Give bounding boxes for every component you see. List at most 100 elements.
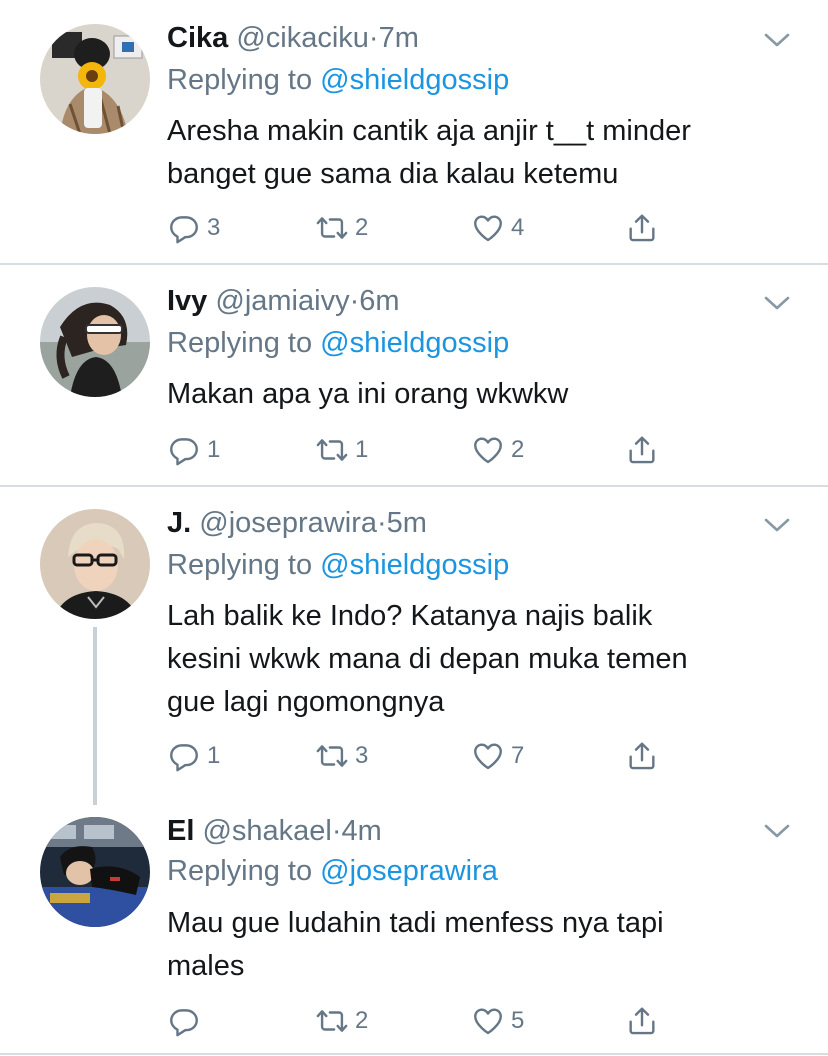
mention-link[interactable]: @shieldgossip — [320, 327, 509, 359]
tweet-header: El @shakael·4m — [167, 811, 382, 851]
like-button[interactable]: 2 — [471, 430, 524, 470]
heart-icon — [471, 211, 505, 245]
display-name[interactable]: Ivy — [167, 285, 207, 317]
reply-count: 1 — [207, 436, 221, 463]
separator-dot: · — [376, 507, 387, 539]
reply-icon — [167, 1004, 201, 1038]
like-button[interactable]: 5 — [471, 1001, 524, 1041]
chevron-down-icon[interactable] — [762, 821, 792, 841]
replying-to: Replying to @shieldgossip — [167, 323, 509, 363]
replying-to: Replying to @shieldgossip — [167, 545, 509, 585]
retweet-icon — [315, 211, 349, 245]
tweet-actions: 3 2 4 — [167, 208, 667, 248]
divider — [0, 1053, 828, 1055]
tweet-text: Aresha makin cantik aja anjir t__t minde… — [167, 110, 787, 196]
reply-button[interactable]: 1 — [167, 430, 220, 470]
retweet-button[interactable]: 2 — [315, 1001, 368, 1041]
tweet-header: J. @joseprawira·5m — [167, 503, 427, 543]
timestamp[interactable]: 5m — [387, 507, 427, 539]
tweet-text: Makan apa ya ini orang wkwkw — [167, 373, 787, 416]
chevron-down-icon[interactable] — [762, 515, 792, 535]
tweet-actions: 1 1 2 — [167, 430, 667, 470]
like-count: 2 — [511, 436, 525, 463]
like-count: 7 — [511, 742, 525, 769]
tweet-text-line: Aresha makin cantik aja anjir t__t minde… — [167, 115, 691, 147]
divider — [0, 263, 828, 265]
replying-prefix: Replying to — [167, 549, 313, 581]
reply-button[interactable] — [167, 1001, 207, 1041]
replying-to: Replying to @joseprawira — [167, 851, 498, 891]
tweet-text-line: males — [167, 950, 245, 982]
avatar[interactable] — [40, 817, 150, 927]
timestamp[interactable]: 6m — [359, 285, 399, 317]
tweet-text-line: Makan apa ya ini orang wkwkw — [167, 378, 569, 410]
like-button[interactable]: 7 — [471, 736, 524, 776]
like-button[interactable]: 4 — [471, 208, 524, 248]
share-button[interactable] — [625, 736, 659, 776]
avatar-image — [40, 817, 150, 927]
replying-prefix: Replying to — [167, 855, 313, 887]
retweet-count: 2 — [355, 1007, 369, 1034]
display-name[interactable]: El — [167, 815, 194, 847]
timestamp[interactable]: 4m — [342, 815, 382, 847]
timestamp[interactable]: 7m — [379, 22, 419, 54]
reply-button[interactable]: 1 — [167, 736, 220, 776]
tweet-text-line: gue lagi ngomongnya — [167, 686, 445, 718]
heart-icon — [471, 739, 505, 773]
retweet-button[interactable]: 3 — [315, 736, 368, 776]
tweet-text-line: Lah balik ke Indo? Katanya najis balik — [167, 600, 653, 632]
tweet-text-line: banget gue sama dia kalau ketemu — [167, 158, 619, 190]
tweet-text: Lah balik ke Indo? Katanya najis balik k… — [167, 595, 787, 724]
retweet-count: 2 — [355, 214, 369, 241]
tweet-text-line: kesini wkwk mana di depan muka temen — [167, 643, 688, 675]
replying-prefix: Replying to — [167, 64, 313, 96]
mention-link[interactable]: @joseprawira — [320, 855, 498, 887]
avatar[interactable] — [40, 24, 150, 134]
share-button[interactable] — [625, 1001, 659, 1041]
reply-icon — [167, 433, 201, 467]
retweet-count: 1 — [355, 436, 369, 463]
share-button[interactable] — [625, 430, 659, 470]
avatar-image — [40, 287, 150, 397]
like-count: 4 — [511, 214, 525, 241]
chevron-down-icon[interactable] — [762, 30, 792, 50]
retweet-icon — [315, 739, 349, 773]
retweet-button[interactable]: 1 — [315, 430, 368, 470]
divider — [0, 485, 828, 487]
retweet-button[interactable]: 2 — [315, 208, 368, 248]
tweet-text: Mau gue ludahin tadi menfess nya tapi ma… — [167, 902, 787, 988]
retweet-icon — [315, 433, 349, 467]
avatar[interactable] — [40, 509, 150, 619]
mention-link[interactable]: @shieldgossip — [320, 64, 509, 96]
separator-dot: · — [349, 285, 360, 317]
retweet-icon — [315, 1004, 349, 1038]
avatar-image — [40, 24, 150, 134]
share-icon — [625, 211, 659, 245]
share-icon — [625, 1004, 659, 1038]
user-handle[interactable]: @jamiaivy — [215, 285, 349, 317]
avatar[interactable] — [40, 287, 150, 397]
thread-connector — [93, 627, 97, 805]
reply-icon — [167, 211, 201, 245]
retweet-count: 3 — [355, 742, 369, 769]
display-name[interactable]: Cika — [167, 22, 228, 54]
share-icon — [625, 739, 659, 773]
tweet-actions: 2 5 — [167, 1001, 667, 1041]
user-handle[interactable]: @cikaciku — [236, 22, 369, 54]
avatar-image — [40, 509, 150, 619]
share-button[interactable] — [625, 208, 659, 248]
reply-count: 3 — [207, 214, 221, 241]
tweet-actions: 1 3 7 — [167, 736, 667, 776]
chevron-down-icon[interactable] — [762, 293, 792, 313]
tweet-header: Cika @cikaciku·7m — [167, 18, 419, 58]
display-name[interactable]: J. — [167, 507, 191, 539]
separator-dot: · — [368, 22, 379, 54]
reply-button[interactable]: 3 — [167, 208, 220, 248]
separator-dot: · — [331, 815, 342, 847]
user-handle[interactable]: @shakael — [202, 815, 331, 847]
reply-icon — [167, 739, 201, 773]
tweet-header: Ivy @jamiaivy·6m — [167, 281, 400, 321]
mention-link[interactable]: @shieldgossip — [320, 549, 509, 581]
user-handle[interactable]: @joseprawira — [199, 507, 377, 539]
replying-prefix: Replying to — [167, 327, 313, 359]
